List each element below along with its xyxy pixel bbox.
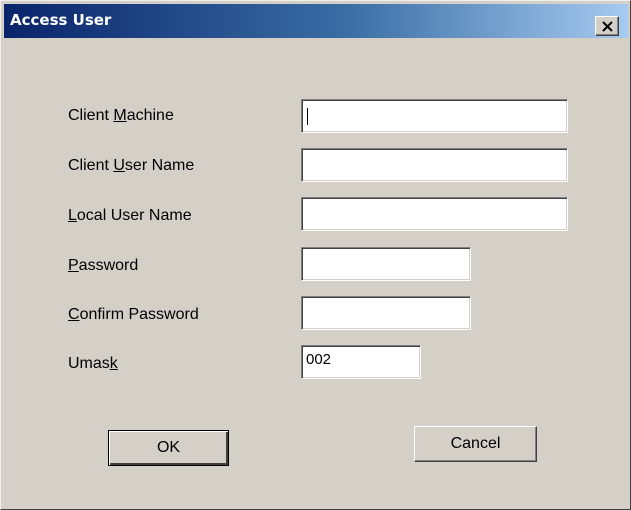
password-input[interactable] (301, 247, 471, 281)
client-user-name-input[interactable] (301, 148, 568, 182)
password-label: Password (68, 257, 139, 274)
access-user-dialog: Access User Client Machine Client User N… (0, 0, 631, 510)
umask-label: Umask (68, 355, 118, 372)
umask-input[interactable]: 002 (301, 345, 421, 379)
ok-button[interactable]: OK (108, 430, 229, 466)
close-icon (602, 21, 613, 32)
local-user-name-label: Local User Name (68, 207, 192, 224)
window-title: Access User (10, 11, 112, 29)
cancel-button[interactable]: Cancel (414, 426, 537, 462)
client-machine-input[interactable] (301, 99, 568, 133)
close-button[interactable] (595, 16, 619, 36)
client-user-name-label: Client User Name (68, 157, 195, 174)
text-caret (307, 108, 308, 125)
confirm-password-input[interactable] (301, 296, 471, 330)
local-user-name-input[interactable] (301, 197, 568, 231)
cancel-button-label: Cancel (450, 435, 501, 452)
client-machine-label: Client Machine (68, 107, 174, 124)
ok-button-label: OK (156, 439, 181, 456)
title-bar[interactable]: Access User (4, 4, 628, 38)
confirm-password-label: Confirm Password (68, 306, 199, 323)
